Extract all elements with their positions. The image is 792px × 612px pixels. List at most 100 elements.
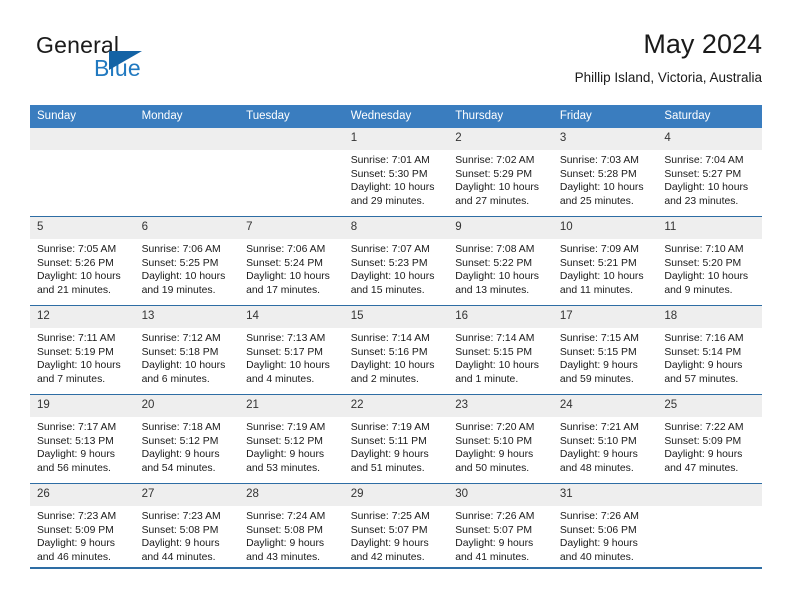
weekday-header-friday: Friday <box>552 105 658 128</box>
daylight-duration-line2: and 53 minutes. <box>246 462 321 474</box>
daylight-duration-line2: and 56 minutes. <box>37 462 111 474</box>
calendar-day-cell[interactable]: 23 Sunrise: 7:20 AM Sunset: 5:10 PM Dayligh… <box>448 394 553 484</box>
day-cell-content: 25 Sunrise: 7:22 AM Sunset: 5:09 PM Dayligh… <box>657 395 762 483</box>
daylight-duration-line2: and 57 minutes. <box>664 373 739 385</box>
calendar-day-cell[interactable]: 7 Sunrise: 7:06 AM Sunset: 5:24 PM Daylight… <box>239 216 344 306</box>
calendar-day-cell[interactable]: 21 Sunrise: 7:19 AM Sunset: 5:12 PM Dayligh… <box>239 394 344 484</box>
day-number: 13 <box>134 306 240 328</box>
weekday-header-thursday: Thursday <box>448 105 553 128</box>
sunrise-time: Sunrise: 7:19 AM <box>246 422 326 433</box>
calendar-day-cell[interactable]: 8 Sunrise: 7:07 AM Sunset: 5:23 PM Daylight… <box>343 216 449 306</box>
calendar-day-cell[interactable]: 2 Sunrise: 7:02 AM Sunset: 5:29 PM Daylight… <box>448 128 553 217</box>
sunset-time: Sunset: 5:27 PM <box>664 168 742 180</box>
calendar-day-cell[interactable]: 13 Sunrise: 7:12 AM Sunset: 5:18 PM Dayligh… <box>134 305 240 395</box>
sunrise-time: Sunrise: 7:18 AM <box>141 422 221 433</box>
day-cell-content: 18 Sunrise: 7:16 AM Sunset: 5:14 PM Dayligh… <box>657 306 762 394</box>
sunset-time: Sunset: 5:18 PM <box>141 346 219 358</box>
calendar-day-cell[interactable]: 15 Sunrise: 7:14 AM Sunset: 5:16 PM Dayligh… <box>343 305 449 395</box>
daylight-duration-line1: Daylight: 10 hours <box>350 360 435 372</box>
calendar-day-cell[interactable]: 14 Sunrise: 7:13 AM Sunset: 5:17 PM Dayligh… <box>239 305 344 395</box>
sunset-time: Sunset: 5:14 PM <box>664 346 742 358</box>
day-number: 7 <box>239 217 344 239</box>
day-cell-content: 19 Sunrise: 7:17 AM Sunset: 5:13 PM Dayligh… <box>30 395 135 483</box>
day-info: Sunrise: 7:10 AM Sunset: 5:20 PM Daylight:… <box>657 239 762 297</box>
sunset-time: Sunset: 5:11 PM <box>350 435 427 447</box>
calendar-header-row: Sunday Monday Tuesday Wednesday Thursday… <box>30 105 762 128</box>
sunset-time: Sunset: 5:07 PM <box>350 524 428 536</box>
calendar-day-cell[interactable]: 3 Sunrise: 7:03 AM Sunset: 5:28 PM Daylight… <box>552 128 658 217</box>
calendar-day-cell[interactable]: 4 Sunrise: 7:04 AM Sunset: 5:27 PM Daylight… <box>657 128 762 217</box>
calendar-day-cell[interactable]: 9 Sunrise: 7:08 AM Sunset: 5:22 PM Daylight… <box>448 216 553 306</box>
weekday-header-sunday: Sunday <box>30 105 135 128</box>
daylight-duration-line1: Daylight: 10 hours <box>37 360 121 372</box>
day-number: 2 <box>448 128 553 150</box>
day-info: Sunrise: 7:14 AM Sunset: 5:16 PM Daylight:… <box>344 328 449 386</box>
calendar-day-cell[interactable]: 31 Sunrise: 7:26 AM Sunset: 5:06 PM Dayligh… <box>552 483 658 572</box>
day-number: 21 <box>239 395 344 417</box>
day-info: Sunrise: 7:24 AM Sunset: 5:08 PM Daylight:… <box>239 506 344 564</box>
sunrise-time: Sunrise: 7:08 AM <box>455 244 535 255</box>
sunset-time: Sunset: 5:23 PM <box>350 257 428 269</box>
calendar-day-cell[interactable]: 22 Sunrise: 7:19 AM Sunset: 5:11 PM Dayligh… <box>343 394 449 484</box>
sunset-time: Sunset: 5:07 PM <box>455 524 533 536</box>
day-info: Sunrise: 7:22 AM Sunset: 5:09 PM Daylight:… <box>657 417 762 475</box>
day-number: 25 <box>657 395 762 417</box>
calendar-day-cell[interactable]: 30 Sunrise: 7:26 AM Sunset: 5:07 PM Dayligh… <box>448 483 553 572</box>
sunrise-time: Sunrise: 7:15 AM <box>559 333 639 344</box>
calendar-day-cell[interactable]: 11 Sunrise: 7:10 AM Sunset: 5:20 PM Dayligh… <box>657 216 762 306</box>
calendar-day-cell[interactable] <box>134 128 240 217</box>
calendar-day-cell[interactable]: 24 Sunrise: 7:21 AM Sunset: 5:10 PM Dayligh… <box>552 394 658 484</box>
calendar-day-cell[interactable]: 1 Sunrise: 7:01 AM Sunset: 5:30 PM Daylight… <box>343 128 449 217</box>
brand-logo[interactable]: General Blue <box>36 34 236 80</box>
calendar-day-cell[interactable]: 16 Sunrise: 7:14 AM Sunset: 5:15 PM Dayligh… <box>448 305 553 395</box>
sunset-time: Sunset: 5:09 PM <box>664 435 742 447</box>
daylight-duration-line2: and 7 minutes. <box>37 373 106 385</box>
day-number: 1 <box>343 128 449 150</box>
calendar-day-cell[interactable] <box>239 128 344 217</box>
sunrise-time: Sunrise: 7:06 AM <box>141 244 221 255</box>
calendar-day-cell[interactable]: 18 Sunrise: 7:16 AM Sunset: 5:14 PM Dayligh… <box>657 305 762 395</box>
daylight-duration-line1: Daylight: 9 hours <box>37 449 115 461</box>
day-cell-content: 21 Sunrise: 7:19 AM Sunset: 5:12 PM Dayligh… <box>239 395 344 483</box>
calendar-day-cell[interactable] <box>30 128 135 217</box>
day-number: 26 <box>30 484 135 506</box>
sunrise-time: Sunrise: 7:05 AM <box>37 244 117 255</box>
day-cell-content: 24 Sunrise: 7:21 AM Sunset: 5:10 PM Dayligh… <box>552 395 658 483</box>
day-number: 27 <box>134 484 240 506</box>
day-number: 30 <box>448 484 553 506</box>
calendar-day-cell[interactable]: 27 Sunrise: 7:23 AM Sunset: 5:08 PM Dayligh… <box>134 483 240 572</box>
day-number: 5 <box>30 217 135 239</box>
sunset-time: Sunset: 5:10 PM <box>559 435 637 447</box>
day-cell-content: 5 Sunrise: 7:05 AM Sunset: 5:26 PM Daylight… <box>30 217 135 305</box>
weekday-header-saturday: Saturday <box>657 105 762 128</box>
calendar-day-cell[interactable]: 10 Sunrise: 7:09 AM Sunset: 5:21 PM Dayligh… <box>552 216 658 306</box>
calendar-day-cell[interactable]: 25 Sunrise: 7:22 AM Sunset: 5:09 PM Dayligh… <box>657 394 762 484</box>
daylight-duration-line1: Daylight: 10 hours <box>37 271 121 283</box>
calendar-day-cell[interactable]: 5 Sunrise: 7:05 AM Sunset: 5:26 PM Daylight… <box>30 216 135 306</box>
day-info: Sunrise: 7:20 AM Sunset: 5:10 PM Daylight:… <box>448 417 553 475</box>
day-cell-content: 6 Sunrise: 7:06 AM Sunset: 5:25 PM Daylight… <box>134 217 240 305</box>
day-number <box>657 484 762 506</box>
sunrise-time: Sunrise: 7:04 AM <box>664 155 744 166</box>
calendar-day-cell[interactable]: 19 Sunrise: 7:17 AM Sunset: 5:13 PM Dayligh… <box>30 394 135 484</box>
sunrise-time: Sunrise: 7:02 AM <box>455 155 535 166</box>
day-number: 29 <box>343 484 449 506</box>
calendar-day-cell[interactable]: 17 Sunrise: 7:15 AM Sunset: 5:15 PM Dayligh… <box>552 305 658 395</box>
calendar-day-cell[interactable] <box>657 483 762 572</box>
calendar-day-cell[interactable]: 29 Sunrise: 7:25 AM Sunset: 5:07 PM Dayligh… <box>343 483 449 572</box>
calendar-week-row: 12 Sunrise: 7:11 AM Sunset: 5:19 PM Dayligh… <box>30 305 762 395</box>
day-cell-content: 7 Sunrise: 7:06 AM Sunset: 5:24 PM Daylight… <box>239 217 344 305</box>
sunset-time: Sunset: 5:12 PM <box>141 435 219 447</box>
day-number <box>30 128 135 150</box>
calendar-day-cell[interactable]: 6 Sunrise: 7:06 AM Sunset: 5:25 PM Daylight… <box>134 216 240 306</box>
daylight-duration-line2: and 23 minutes. <box>664 195 739 207</box>
calendar-day-cell[interactable]: 20 Sunrise: 7:18 AM Sunset: 5:12 PM Dayligh… <box>134 394 240 484</box>
day-number <box>134 128 240 150</box>
calendar-day-cell[interactable]: 12 Sunrise: 7:11 AM Sunset: 5:19 PM Dayligh… <box>30 305 135 395</box>
day-number: 31 <box>552 484 658 506</box>
calendar-day-cell[interactable]: 26 Sunrise: 7:23 AM Sunset: 5:09 PM Dayligh… <box>30 483 135 572</box>
weekday-header-wednesday: Wednesday <box>343 105 449 128</box>
calendar-day-cell[interactable]: 28 Sunrise: 7:24 AM Sunset: 5:08 PM Dayligh… <box>239 483 344 572</box>
sunset-time: Sunset: 5:15 PM <box>455 346 533 358</box>
day-number: 12 <box>30 306 135 328</box>
